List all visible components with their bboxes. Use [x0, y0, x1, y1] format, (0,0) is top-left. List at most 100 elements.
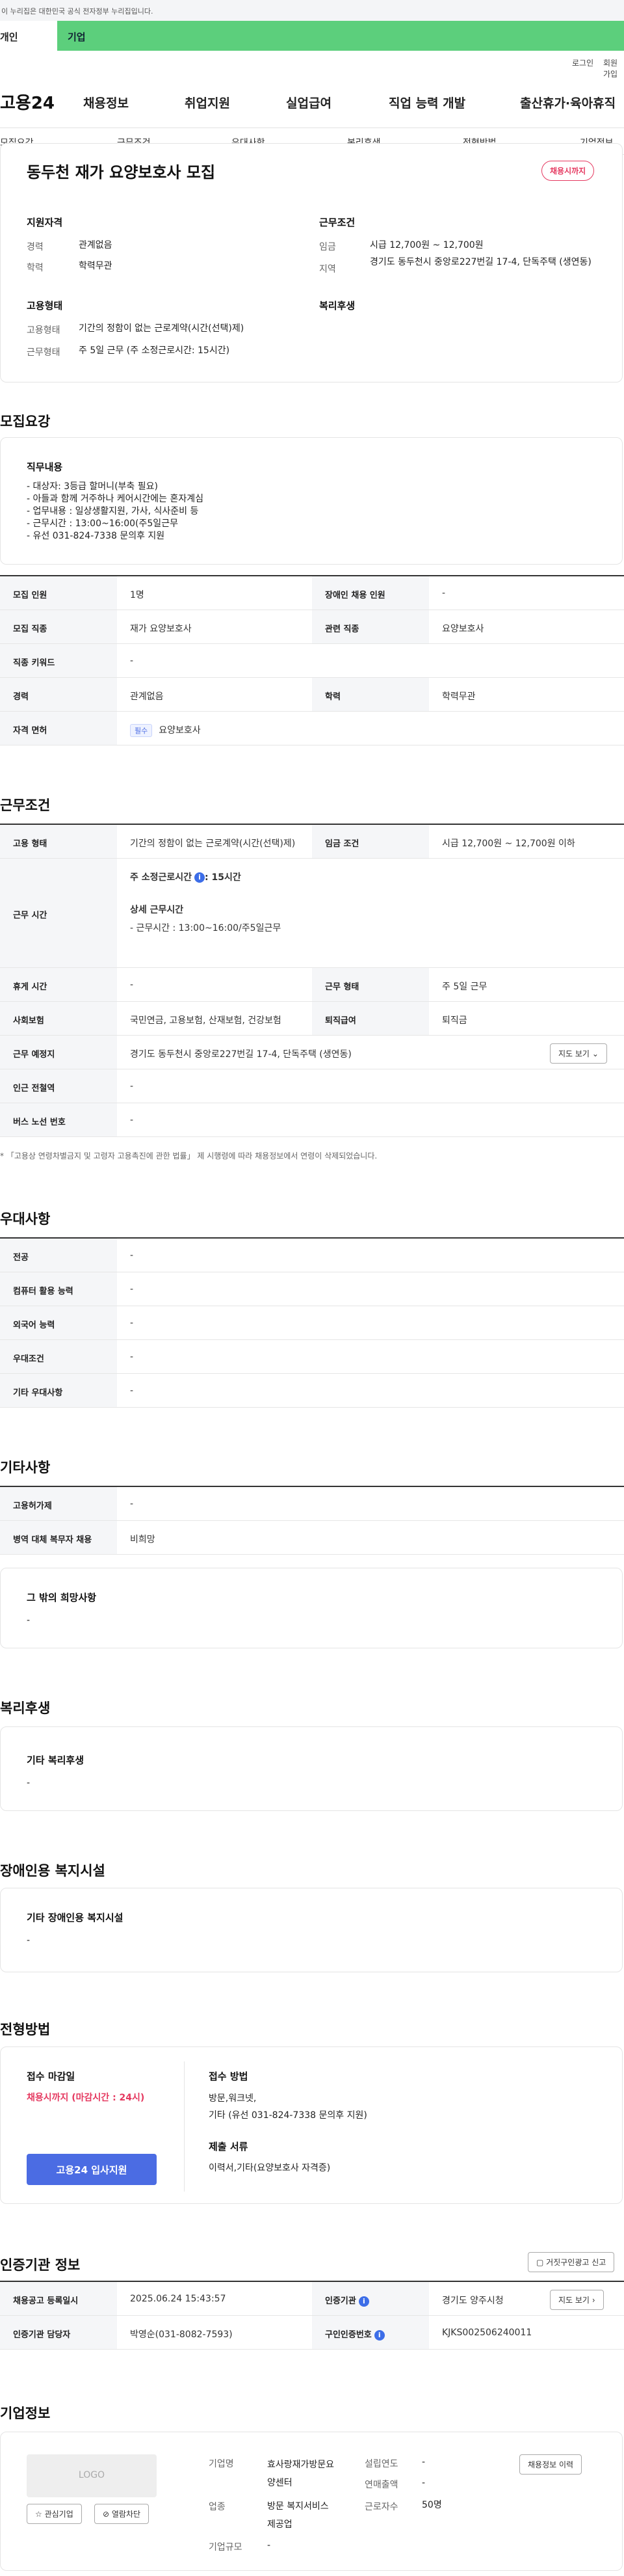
row-value: 2025.06.24 15:43:57 — [130, 2294, 226, 2304]
table-row: 컴퓨터 활용 능력 - — [0, 1272, 624, 1306]
table-row: 자격 면허 필수 요양보호사 — [0, 712, 624, 745]
required-pill: 필수 — [130, 724, 153, 737]
table-row: 채용공고 등록일시 2025.06.24 15:43:57 인증기관 i 경기도 … — [0, 2282, 624, 2316]
row-value: 기간의 정함이 없는 근로계약(시간(선택)제) — [130, 839, 296, 849]
info-icon[interactable]: i — [374, 2329, 385, 2341]
etc-section-title: 기타사항 — [0, 1460, 51, 1475]
map-button[interactable]: 지도 보기 ⌄ — [550, 1043, 607, 1064]
wage-value: 시급 12,700원 ~ 12,700원 — [370, 240, 484, 250]
info-icon[interactable]: i — [194, 872, 205, 883]
report-icon: ▢ — [536, 2258, 544, 2267]
career-label: 경력 — [27, 242, 44, 252]
summary-card: 동두천 재가 요양보호사 모집 채용시까지 지원자격 경력 관계없음 학력 학력… — [0, 143, 623, 382]
region-value: 경기도 동두천시 중앙로227번길 17-4, 단독주택 (생연동) — [370, 257, 592, 267]
tab-company[interactable]: 기업 — [57, 21, 624, 51]
company-name-value: 효사랑재가방문요 양센터 — [267, 2460, 335, 2488]
extra-wish-value: - — [27, 1615, 31, 1626]
method-value: 방문,워크넷, 기타 (유선 031-824-7338 문의후 지원) — [209, 2093, 367, 2121]
table-row: 모집 인원 1명 장애인 채용 인원 - — [0, 576, 624, 610]
table-row: 근무 예정지 경기도 동두천시 중앙로227번길 17-4, 단독주택 (생연동… — [0, 1036, 624, 1069]
welfare-card-value: - — [27, 1778, 31, 1788]
row-value: 국민연금, 고용보험, 산재보험, 건강보험 — [130, 1015, 281, 1026]
gnb-item-unemployment-benefit[interactable]: 실업급여 — [286, 94, 332, 111]
extra-wish-card: 그 밖의 희망사항 - — [0, 1568, 623, 1648]
table-row: 사회보험 국민연금, 고용보험, 산재보험, 건강보험 퇴직급여 퇴직금 — [0, 1002, 624, 1036]
row-label: 임금 조건 — [312, 825, 429, 858]
hours-detail-title: 상세 근무시간 — [130, 905, 184, 915]
license-cell: 필수 요양보호사 — [117, 712, 624, 745]
apply-divider — [184, 2061, 185, 2192]
row-label: 모집 인원 — [0, 576, 117, 610]
welfare-heading: 복리후생 — [319, 300, 356, 312]
founded-label: 설립연도 — [365, 2459, 398, 2469]
company-name-label: 기업명 — [209, 2459, 234, 2469]
extra-wish-heading: 그 밖의 희망사항 — [27, 1592, 97, 1603]
deadline-heading: 접수 마감일 — [27, 2071, 75, 2082]
table-row: 근무 시간 주 소정근로시간 i: 15시간 상세 근무시간 - 근무시간 : 1… — [0, 859, 624, 968]
map-button-label: 지도 보기 — [558, 1049, 590, 1058]
docs-value: 이력서,기타(요양보호사 자격증) — [209, 2163, 331, 2173]
row-value: 학력무관 — [442, 691, 476, 702]
row-value: - — [130, 1115, 134, 1125]
row-value: 요양보호사 — [442, 624, 484, 634]
emp-form-label: 근무형태 — [27, 347, 60, 358]
duty-card: 직무내용 - 대상자: 3등급 할머니(부축 필요) - 아들과 함께 거주하나… — [0, 437, 623, 565]
license-label: 자격 면허 — [0, 712, 117, 745]
row-label: 버스 노선 번호 — [0, 1103, 117, 1136]
agency-map-button[interactable]: 지도 보기 › — [550, 2290, 604, 2310]
table-row: 기타 우대사항 - — [0, 1374, 624, 1408]
gnb-item-jobs[interactable]: 채용정보 — [83, 94, 129, 111]
recruit-history-button[interactable]: 채용정보 이력 — [519, 2454, 582, 2475]
row-label: 휴게 시간 — [0, 968, 117, 1001]
info-icon[interactable]: i — [358, 2296, 369, 2307]
apply-section-title: 전형방법 — [0, 2022, 51, 2037]
row-label: 컴퓨터 활용 능력 — [0, 1272, 117, 1306]
tab-person[interactable]: 개인 — [0, 21, 57, 51]
no-label-cell: 구인인증번호 i — [312, 2316, 429, 2349]
emp-type-value: 기간의 정함이 없는 근로계약(시간(선택)제) — [79, 323, 244, 334]
row-label: 사회보험 — [0, 1002, 117, 1035]
gnb-item-employment-support[interactable]: 취업지원 — [185, 94, 230, 111]
row-value: 시급 12,700원 ~ 12,700원 이하 — [442, 839, 575, 849]
gnb-item-vocational-training[interactable]: 직업 능력 개발 — [389, 94, 465, 111]
welfare-section-title: 복리후생 — [0, 1700, 51, 1716]
favorite-company-button[interactable]: ☆ 관심기업 — [27, 2504, 82, 2524]
deadline-badge: 채용시까지 — [541, 161, 595, 181]
row-value: 경기도 동두천시 중앙로227번길 17-4, 단독주택 (생연동) — [130, 1049, 352, 1060]
table-row: 인증기관 담당자 박영순(031-8082-7593) 구인인증번호 i KJKS… — [0, 2316, 624, 2350]
industry-label: 업종 — [209, 2502, 226, 2512]
edu-value: 학력무관 — [79, 261, 112, 271]
table-row: 직종 키워드 - — [0, 644, 624, 678]
row-value: KJKS002506240011 — [442, 2328, 532, 2338]
apply-button[interactable]: 고용24 입사지원 — [27, 2154, 157, 2185]
join-link[interactable]: 회원가입 — [603, 57, 624, 79]
emp-type-label: 고용형태 — [27, 325, 60, 336]
row-value: 주 5일 근무 — [442, 982, 488, 992]
emp-heading: 고용형태 — [27, 300, 63, 312]
user-type-tabs: 개인 기업 — [0, 21, 624, 51]
staff-value: 50명 — [422, 2500, 442, 2510]
row-value: - — [130, 1352, 134, 1362]
table-row: 버스 노선 번호 - — [0, 1103, 624, 1137]
company-size-value: - — [267, 2540, 271, 2551]
row-label: 인근 전철역 — [0, 1069, 117, 1103]
row-label: 근무 예정지 — [0, 1036, 117, 1069]
report-button[interactable]: ▢ 거짓구인광고 신고 — [528, 2252, 615, 2272]
table-row: 휴게 시간 - 근무 형태 주 5일 근무 — [0, 968, 624, 1002]
gnb-item-parental-leave[interactable]: 출산휴가·육아휴직 — [520, 94, 616, 111]
site-logo[interactable]: 고용24 — [0, 90, 55, 114]
block-company-button[interactable]: ⊘ 열람차단 — [94, 2504, 150, 2524]
agency-map-button-label: 지도 보기 — [558, 2296, 590, 2305]
block-company-label: 열람차단 — [111, 2510, 141, 2519]
duty-text: - 대상자: 3등급 할머니(부축 필요) - 아들과 함께 거주하나 케어시간… — [27, 481, 204, 541]
row-value: 박영순(031-8082-7593) — [130, 2329, 233, 2340]
welfare-card-heading: 기타 복리후생 — [27, 1754, 84, 1766]
founded-value: - — [422, 2457, 426, 2467]
login-link[interactable]: 로그인 — [572, 57, 593, 68]
apply-card: 접수 마감일 채용시까지 (마감시간 : 24시) 고용24 입사지원 접수 방… — [0, 2046, 623, 2204]
table-row: 모집 직종 재가 요양보호사 관련 직종 요양보호사 — [0, 610, 624, 644]
company-section-title: 기업정보 — [0, 2406, 51, 2421]
emp-form-value: 주 5일 근무 (주 소정근로시간: 15시간) — [79, 345, 230, 356]
block-icon: ⊘ — [103, 2510, 110, 2519]
table-row: 경력 관계없음 학력 학력무관 — [0, 678, 624, 712]
